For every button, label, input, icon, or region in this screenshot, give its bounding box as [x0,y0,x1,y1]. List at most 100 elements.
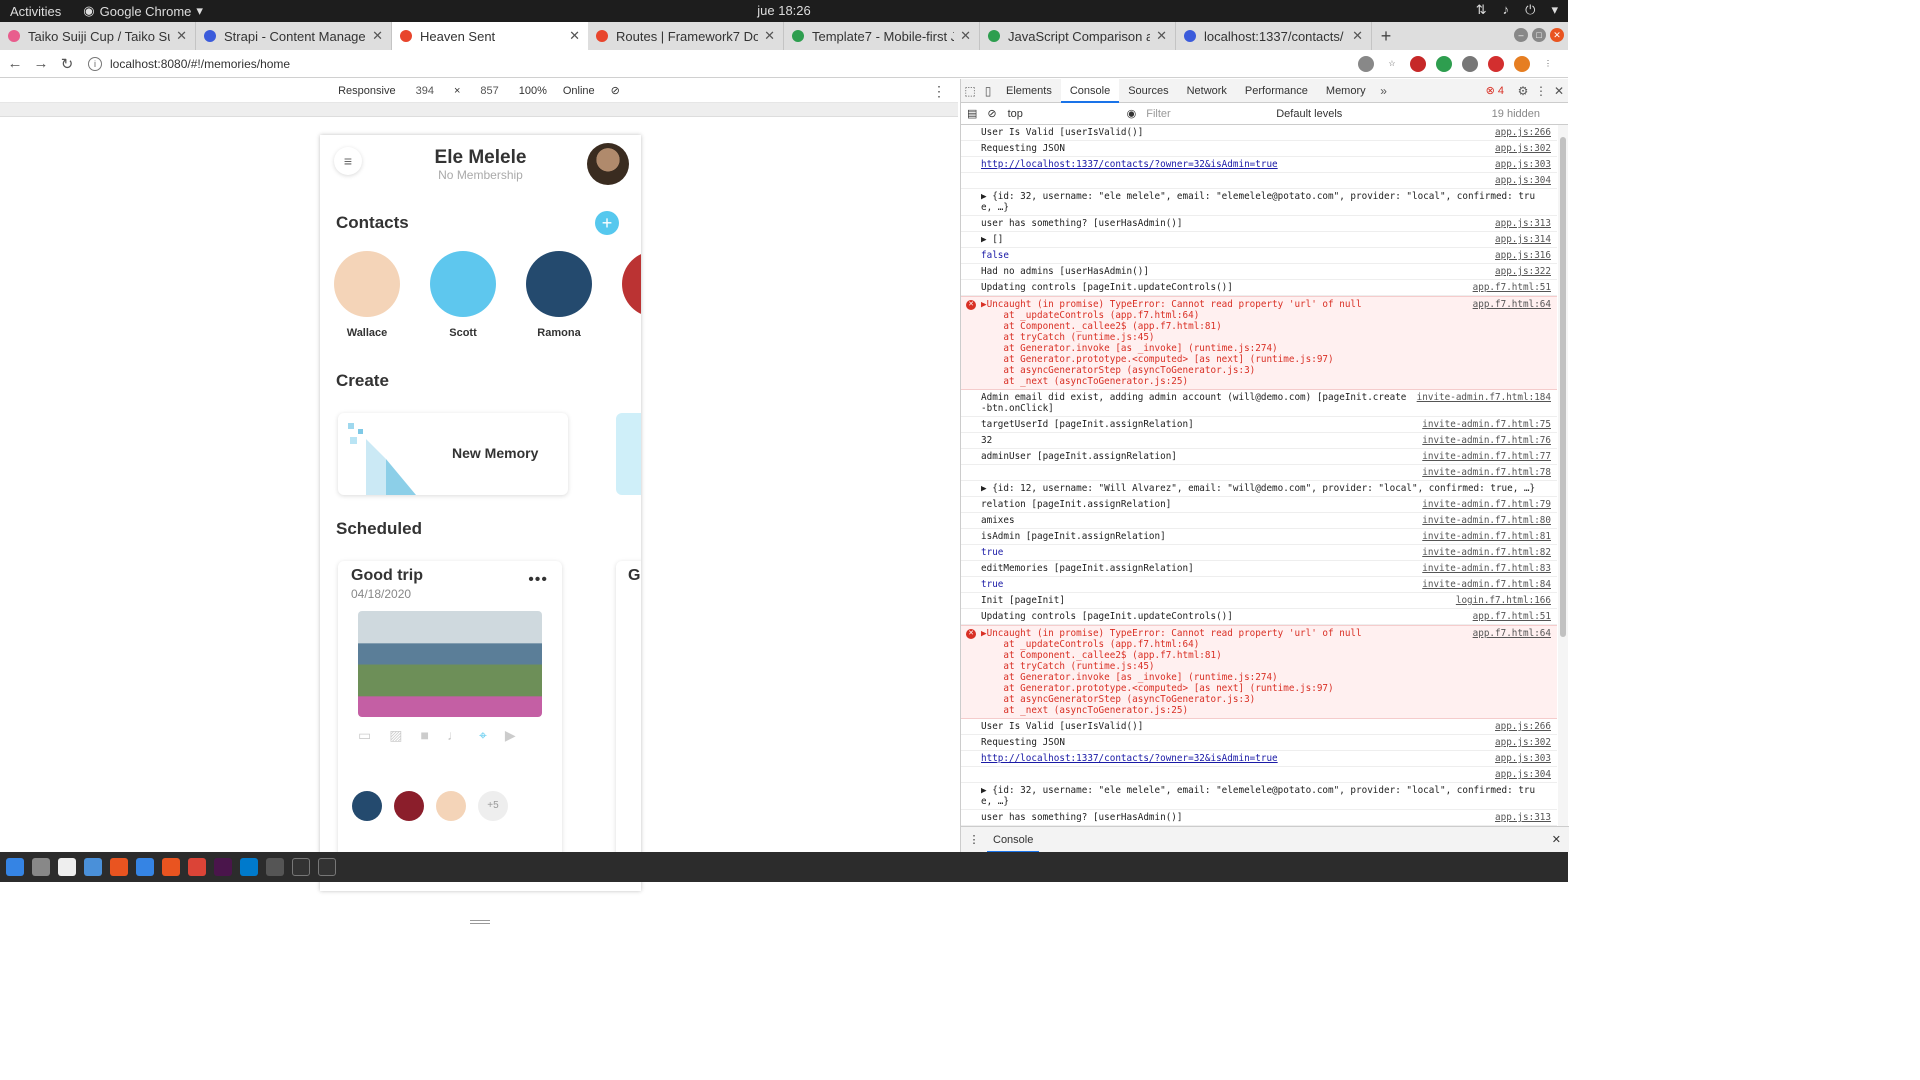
console-row[interactable]: User Is Valid [userIsValid()] app.js:266 [961,125,1557,141]
drawer-tab-console[interactable]: Console [987,827,1040,853]
console-row[interactable]: true invite-admin.f7.html:84 [961,577,1557,593]
devtools-tab[interactable]: Elements [997,79,1061,103]
rotate-icon[interactable]: ⊘ [611,84,620,97]
store-icon[interactable] [110,858,128,876]
create-card[interactable] [616,413,641,495]
console-row[interactable]: Updating controls [pageInit.updateContro… [961,609,1557,625]
kebab-menu-icon[interactable]: ⋮ [932,83,946,100]
devtools-tab[interactable]: Memory [1317,79,1375,103]
new-tab-button[interactable]: + [1372,22,1400,50]
more-tabs-icon[interactable]: » [1375,84,1393,98]
video-icon[interactable]: ■ [420,727,428,744]
zoom-icon[interactable] [1358,55,1374,72]
adblock-icon[interactable] [1410,55,1426,72]
console-row[interactable]: Init [pageInit] login.f7.html:166 [961,593,1557,609]
star-icon[interactable]: ☆ [1384,56,1400,72]
console-row[interactable]: Requesting JSON app.js:302 [961,735,1557,751]
zoom-select[interactable]: 100% [519,85,547,97]
console-source-link[interactable]: app.js:266 [1495,127,1551,138]
back-button[interactable]: ← [4,55,26,72]
console-error-row[interactable]: ✕ ▶Uncaught (in promise) TypeError: Canno… [961,296,1557,390]
avatar[interactable] [436,791,466,821]
console-log[interactable]: User Is Valid [userIsValid()] app.js:266 R… [961,125,1557,826]
browser-tab[interactable]: Strapi - Content Manager ✕ [196,22,392,50]
console-source-link[interactable]: app.js:313 [1495,812,1551,823]
files-icon[interactable] [32,858,50,876]
close-icon[interactable]: ✕ [1550,28,1564,42]
log-levels-select[interactable]: Default levels [1276,108,1342,120]
close-icon[interactable]: ✕ [176,28,187,44]
console-row[interactable]: Updating controls [pageInit.updateContro… [961,280,1557,296]
close-icon[interactable]: ✕ [1552,833,1561,846]
avatar[interactable] [352,791,382,821]
console-row[interactable]: relation [pageInit.assignRelation] invite… [961,497,1557,513]
browser-tab[interactable]: localhost:1337/contacts/ ✕ [1176,22,1372,50]
device-height-input[interactable]: 857 [476,84,502,98]
console-source-link[interactable]: app.f7.html:51 [1473,282,1551,293]
console-row[interactable]: ▶ [] app.js:314 [961,232,1557,248]
console-row[interactable]: ▶ {id: 12, username: "Will Alvarez", ema… [961,481,1557,497]
terminal-icon[interactable] [318,858,336,876]
console-row[interactable]: true invite-admin.f7.html:82 [961,545,1557,561]
error-count-badge[interactable]: ⊗ 4 [1486,84,1504,97]
play-icon[interactable]: ▶ [505,727,516,744]
console-source-link[interactable]: app.js:303 [1495,159,1551,170]
gear-icon[interactable]: ⚙ [1514,84,1532,98]
activities-button[interactable]: Activities [10,4,61,19]
sidebar-toggle-icon[interactable]: ▤ [967,107,977,120]
console-row[interactable]: user has something? [userHasAdmin()] app.… [961,810,1557,826]
console-source-link[interactable]: app.js:302 [1495,737,1551,748]
console-row[interactable]: adminUser [pageInit.assignRelation] invit… [961,449,1557,465]
console-row[interactable]: user has something? [userHasAdmin()] app.… [961,216,1557,232]
console-row[interactable]: Requesting JSON app.js:302 [961,141,1557,157]
console-row[interactable]: Had no admins [userHasAdmin()] app.js:322 [961,264,1557,280]
contact-item[interactable]: N [622,251,641,339]
kebab-menu-icon[interactable]: ⋮ [961,833,987,846]
browser-tab[interactable]: Routes | Framework7 Doc ✕ [588,22,784,50]
console-row[interactable]: app.js:304 [961,767,1557,783]
vscode-icon[interactable] [240,858,258,876]
minimize-icon[interactable]: – [1514,28,1528,42]
microphone-icon[interactable]: ♩ [447,727,461,744]
console-source-link[interactable]: invite-admin.f7.html:79 [1422,499,1551,510]
resize-handle[interactable] [470,920,490,924]
extension-icon[interactable] [1462,55,1478,72]
devtools-tab[interactable]: Console [1060,78,1120,103]
close-icon[interactable]: ✕ [1550,84,1568,98]
slack-icon[interactable] [214,858,232,876]
console-row[interactable]: http://localhost:1337/contacts/?owner=32… [961,751,1557,767]
console-source-link[interactable]: invite-admin.f7.html:184 [1417,392,1551,414]
filter-input[interactable]: Filter [1146,108,1266,120]
console-error-row[interactable]: ✕ ▶Uncaught (in promise) TypeError: Canno… [961,625,1557,719]
device-width-input[interactable]: 394 [412,84,438,98]
address-bar[interactable]: i localhost:8080/#!/memories/home [88,53,1358,75]
console-source-link[interactable]: invite-admin.f7.html:84 [1422,579,1551,590]
console-source-link[interactable]: app.js:304 [1495,175,1551,186]
browser-tab[interactable]: Heaven Sent ✕ [392,22,588,50]
scrollbar[interactable] [1558,125,1568,826]
close-icon[interactable]: ✕ [569,28,580,44]
console-source-link[interactable]: invite-admin.f7.html:80 [1422,515,1551,526]
context-select[interactable]: top [1007,107,1117,121]
eye-icon[interactable]: ◉ [1127,107,1137,120]
close-icon[interactable]: ✕ [1156,28,1167,44]
devtools-tab[interactable]: Network [1178,79,1236,103]
youtube-icon[interactable] [1488,55,1504,72]
memory-card[interactable]: G [616,561,641,861]
new-memory-card[interactable]: New Memory [338,413,568,495]
app-icon[interactable] [266,858,284,876]
browser-tab[interactable]: Template7 - Mobile-first J ✕ [784,22,980,50]
close-icon[interactable]: ✕ [764,28,775,44]
browser-tab[interactable]: Taiko Suiji Cup / Taiko Suiji ✕ [0,22,196,50]
clear-console-icon[interactable]: ⊘ [987,107,996,120]
console-row[interactable]: isAdmin [pageInit.assignRelation] invite-… [961,529,1557,545]
document-icon[interactable] [84,858,102,876]
network-throttle-select[interactable]: Online [563,85,595,97]
close-icon[interactable]: ✕ [1352,28,1363,44]
contact-item[interactable]: Scott [430,251,496,339]
console-source-link[interactable]: login.f7.html:166 [1456,595,1551,606]
console-source-link[interactable]: invite-admin.f7.html:78 [1422,467,1551,478]
console-row[interactable]: ▶ {id: 32, username: "ele melele", email… [961,189,1557,216]
console-source-link[interactable]: invite-admin.f7.html:77 [1422,451,1551,462]
kebab-menu-icon[interactable]: ⋮ [1540,56,1556,72]
